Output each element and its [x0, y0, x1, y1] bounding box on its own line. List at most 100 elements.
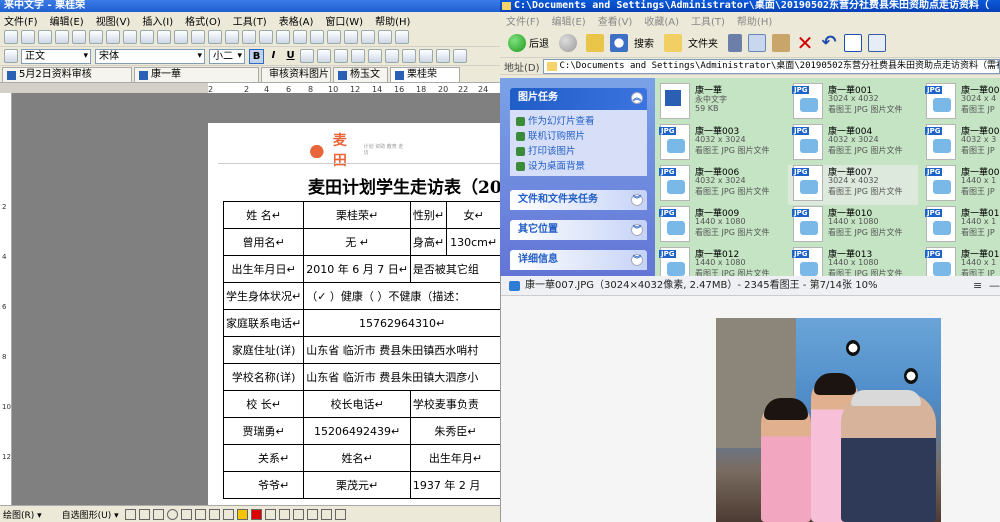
views-icon[interactable] — [868, 33, 886, 52]
format-painter-icon[interactable] — [157, 30, 171, 44]
file-item[interactable]: JPG 康一華00 1440 x 1 看图王 JP — [921, 165, 1000, 205]
tab-document-4[interactable]: 杨玉文 — [333, 67, 388, 82]
print-icon[interactable] — [55, 30, 69, 44]
delete-icon[interactable]: ✕ — [796, 33, 814, 53]
file-item[interactable]: JPG 康一華006 4032 x 3024 看图王 JPG 图片文件 — [655, 165, 785, 205]
viewer-minimize-icon[interactable]: — — [989, 276, 1000, 296]
file-item[interactable]: 康一華 永中文字 59 KB — [655, 83, 785, 123]
vertical-ruler[interactable]: 2 4 6 8 10 12 — [0, 93, 12, 505]
style-select[interactable]: 正文 — [21, 48, 91, 64]
arrow-icon[interactable] — [138, 508, 150, 520]
menu-favorites[interactable]: 收藏(A) — [644, 13, 679, 28]
menu-help[interactable]: 帮助(H) — [375, 13, 410, 28]
hyperlink-icon[interactable] — [208, 30, 222, 44]
file-tasks-header[interactable]: 文件和文件夹任务 ︾ — [510, 190, 647, 210]
3d-icon[interactable] — [334, 508, 346, 520]
new-doc-icon[interactable] — [4, 30, 18, 44]
file-item[interactable]: JPG 康一華009 1440 x 1080 看图王 JPG 图片文件 — [655, 206, 785, 246]
forward-arrow-icon[interactable] — [559, 33, 577, 52]
menu-help[interactable]: 帮助(H) — [737, 13, 772, 28]
font-color-icon[interactable] — [264, 508, 276, 520]
shadow-icon[interactable] — [320, 508, 332, 520]
address-input[interactable]: C:\Documents and Settings\Administrator\… — [542, 58, 1000, 74]
menu-edit[interactable]: 编辑(E) — [50, 13, 84, 28]
line-style-icon[interactable] — [278, 508, 290, 520]
tab-document-3[interactable]: 审核资料图片 — [261, 67, 331, 82]
folders-button[interactable]: 文件夹 — [688, 35, 718, 50]
file-item[interactable]: JPG 康一華00 3024 x 4 看图王 JP — [921, 83, 1000, 123]
up-folder-icon[interactable] — [586, 33, 604, 52]
line-icon[interactable] — [124, 508, 136, 520]
outdent-icon[interactable] — [436, 49, 450, 63]
open-folder-icon[interactable] — [21, 30, 35, 44]
viewer-menu-icon[interactable]: ≡ — [973, 276, 982, 296]
dash-style-icon[interactable] — [292, 508, 304, 520]
table-icon[interactable] — [225, 30, 239, 44]
autoshape-menu[interactable]: 自选图形(U) ▾ — [62, 508, 119, 521]
tab-document-1[interactable]: 5月2日资料审核 — [2, 67, 132, 82]
menu-insert[interactable]: 插入(I) — [142, 13, 173, 28]
pen-icon[interactable] — [361, 30, 375, 44]
document-page[interactable]: 麦田 计划 资助 教育 走访 麦田计划学生走访表（20 姓 名↵ 栗桂荣↵ 性别… — [208, 123, 500, 505]
line-color-icon[interactable] — [250, 508, 262, 520]
back-button[interactable]: 后退 — [529, 35, 549, 50]
properties-icon[interactable] — [844, 33, 862, 52]
folders-icon[interactable] — [664, 33, 682, 52]
task-print-picture[interactable]: 打印该图片 — [516, 144, 641, 159]
document-area[interactable]: 2 4 6 8 10 12 麦田 计划 资助 教育 走访 麦田计划学生走访表（2… — [0, 93, 500, 505]
image-icon[interactable] — [378, 30, 392, 44]
indent-icon[interactable] — [419, 49, 433, 63]
arrow-style-icon[interactable] — [306, 508, 318, 520]
undo-icon[interactable] — [174, 30, 188, 44]
menu-tools[interactable]: 工具(T) — [691, 13, 725, 28]
menu-view[interactable]: 查看(V) — [598, 13, 633, 28]
fill-color-icon[interactable] — [236, 508, 248, 520]
undo-icon[interactable]: ↶ — [820, 33, 838, 52]
paste-icon[interactable] — [772, 33, 790, 52]
expand-chevron-icon[interactable]: ︾ — [631, 254, 643, 266]
expand-chevron-icon[interactable]: ︾ — [631, 194, 643, 206]
task-order-prints[interactable]: 联机订购照片 — [516, 129, 641, 144]
back-arrow-icon[interactable] — [508, 33, 526, 52]
picture-icon[interactable] — [222, 508, 234, 520]
columns-icon[interactable] — [259, 30, 273, 44]
justify-icon[interactable] — [351, 49, 365, 63]
menu-window[interactable]: 窗口(W) — [325, 13, 363, 28]
file-item[interactable]: JPG 康一華001 3024 x 4032 看图王 JPG 图片文件 — [788, 83, 918, 123]
menu-view[interactable]: 视图(V) — [96, 13, 131, 28]
menu-edit[interactable]: 编辑(E) — [552, 13, 586, 28]
cut-icon[interactable] — [106, 30, 120, 44]
show-marks-icon[interactable] — [310, 30, 324, 44]
insert-table-icon[interactable] — [242, 30, 256, 44]
file-item[interactable]: JPG 康一華012 1440 x 1080 看图王 JPG 图片文件 — [655, 247, 785, 276]
file-item-selected[interactable]: JPG 康一華007 3024 x 4032 看图王 JPG 图片文件 — [788, 165, 918, 205]
expand-chevron-icon[interactable]: ︾ — [631, 224, 643, 236]
copy-icon[interactable] — [123, 30, 137, 44]
select-arrow-icon[interactable] — [48, 509, 59, 520]
search-button[interactable]: 搜索 — [634, 35, 654, 50]
size-select[interactable]: 小二 — [209, 48, 245, 64]
student-visit-form[interactable]: 姓 名↵ 栗桂荣↵ 性别↵ 女↵ 曾用名↵ 无 ↵ 身高↵ 130cm↵ 出生年… — [222, 201, 500, 499]
help-icon[interactable] — [344, 30, 358, 44]
task-slideshow[interactable]: 作为幻灯片查看 — [516, 114, 641, 129]
collapse-chevron-icon[interactable]: ︽ — [631, 92, 643, 104]
cut-icon[interactable] — [728, 33, 742, 52]
file-item[interactable]: JPG 康一華01 1440 x 1 看图王 JP — [921, 206, 1000, 246]
highlight-icon[interactable] — [453, 49, 467, 63]
menu-file[interactable]: 文件(F) — [506, 13, 540, 28]
picture-tasks-header[interactable]: 图片任务 ︽ — [510, 88, 647, 110]
align-left-icon[interactable] — [300, 49, 314, 63]
file-item[interactable]: JPG 康一華013 1440 x 1080 看图王 JPG 图片文件 — [788, 247, 918, 276]
spellcheck-icon[interactable] — [89, 30, 103, 44]
underline-button[interactable]: U — [283, 49, 298, 64]
bullets-icon[interactable] — [402, 49, 416, 63]
search-icon[interactable] — [610, 33, 628, 52]
other-places-header[interactable]: 其它位置 ︾ — [510, 220, 647, 240]
numbering-icon[interactable] — [385, 49, 399, 63]
paste-icon[interactable] — [140, 30, 154, 44]
draw-menu[interactable]: 绘图(R) ▾ — [3, 508, 42, 521]
oval-icon[interactable] — [166, 508, 178, 520]
print-preview-icon[interactable] — [72, 30, 86, 44]
save-icon[interactable] — [38, 30, 52, 44]
drawing-icon[interactable] — [276, 30, 290, 44]
